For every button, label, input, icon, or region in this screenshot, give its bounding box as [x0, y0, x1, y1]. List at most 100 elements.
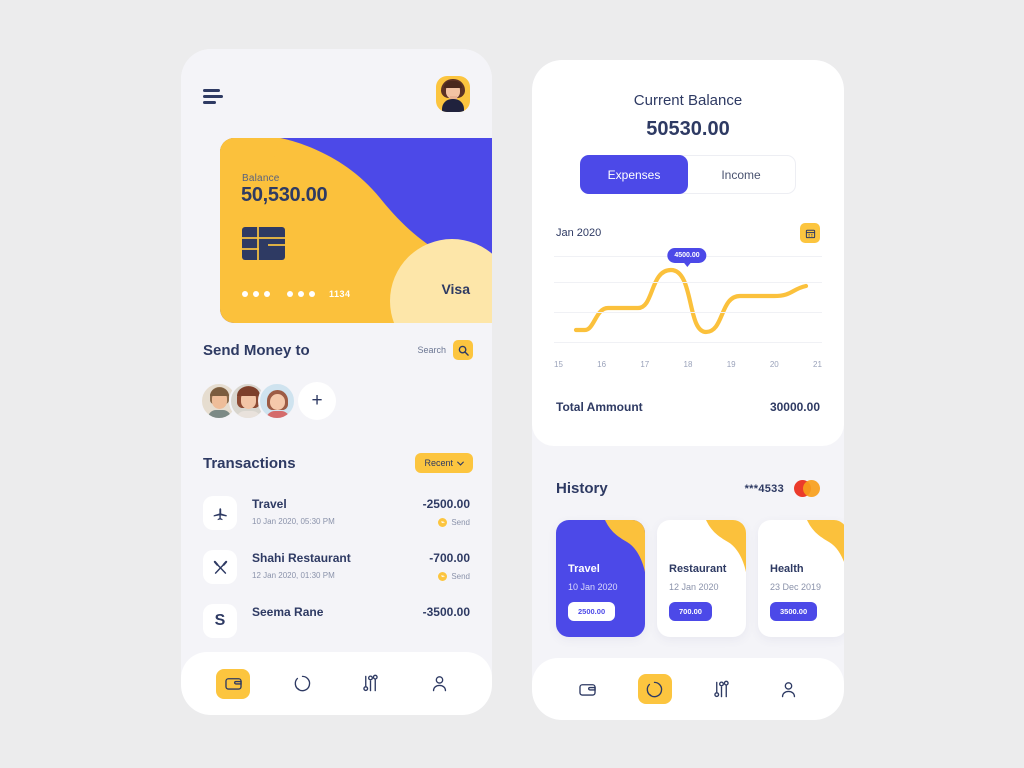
send-badge-icon: ⌁ [438, 572, 448, 581]
transaction-name: Seema Rane [252, 605, 324, 619]
x-tick: 18 [683, 360, 693, 369]
chart-tooltip: 4500.00 [667, 248, 707, 263]
tab-income[interactable]: Income [687, 156, 795, 193]
nav-item-stats[interactable] [285, 669, 319, 699]
balance-card[interactable]: Balance 50,530.00 1134 Visa [220, 138, 492, 323]
chart-ring-icon [646, 681, 663, 697]
transactions-header: Transactions Recent [203, 453, 473, 473]
list-item[interactable]: Health 23 Dec 2019 3500.00 [758, 520, 844, 637]
cutlery-icon [203, 550, 237, 584]
chart-line-path [573, 267, 809, 335]
transaction-amount: -700.00 [429, 551, 470, 565]
table-row[interactable]: S Seema Rane -3500.00 [200, 594, 473, 648]
nav-item-settings[interactable] [705, 674, 739, 704]
history-card-date: 12 Jan 2020 [669, 582, 719, 592]
expenses-income-toggle: Expenses Income [580, 155, 796, 194]
history-card-amount: 700.00 [669, 602, 712, 621]
transaction-name: Shahi Restaurant [252, 551, 351, 565]
history-card-name: Travel [568, 563, 600, 575]
history-card-date: 10 Jan 2020 [568, 582, 618, 592]
list-item[interactable]: Travel 10 Jan 2020 2500.00 [556, 520, 645, 637]
transaction-status: ⌁ Send [423, 518, 470, 527]
transaction-amount: -3500.00 [422, 605, 470, 619]
transaction-status: ⌁ Send [429, 572, 470, 581]
design-canvas: Balance 50,530.00 1134 Visa Send Money t… [0, 0, 1024, 768]
x-tick: 15 [554, 360, 563, 369]
mastercard-icon [794, 480, 820, 497]
filter-label: Recent [424, 458, 453, 468]
nav-item-wallet[interactable] [216, 668, 251, 699]
grid-line [554, 342, 822, 343]
search-group[interactable]: Search [417, 340, 473, 360]
airplane-icon [203, 496, 237, 530]
search-icon[interactable] [453, 340, 473, 360]
left-bottom-navigation [181, 652, 492, 715]
hamburger-icon[interactable] [203, 89, 223, 104]
wallet-icon [225, 678, 242, 690]
nav-item-profile[interactable] [772, 674, 806, 704]
card-number-row: 1134 [242, 289, 351, 299]
tab-expenses[interactable]: Expenses [580, 155, 688, 194]
history-card-list: Travel 10 Jan 2020 2500.00 Restaurant 12… [556, 520, 844, 637]
user-icon [781, 681, 796, 697]
chevron-down-icon [457, 461, 464, 466]
card-brand-label: Visa [441, 281, 470, 297]
left-header [181, 49, 492, 135]
user-icon [433, 676, 447, 692]
table-row[interactable]: Shahi Restaurant 12 Jan 2020, 01:30 PM -… [200, 540, 473, 594]
history-card-info[interactable]: ***4533 [745, 480, 820, 497]
nav-item-settings[interactable] [354, 669, 388, 699]
phone-left-screen: Balance 50,530.00 1134 Visa Send Money t… [181, 49, 492, 715]
x-tick: 16 [597, 360, 607, 369]
history-header: History ***4533 [556, 480, 820, 497]
month-selector-row: Jan 2020 [556, 223, 820, 243]
card-balance-label: Balance [242, 173, 280, 184]
transaction-info: Shahi Restaurant 12 Jan 2020, 01:30 PM [237, 550, 429, 580]
x-tick: 19 [726, 360, 736, 369]
history-card-date: 23 Dec 2019 [770, 582, 822, 592]
transaction-status-label: Send [451, 518, 470, 527]
expenses-line-chart: 4500.00 [554, 248, 822, 352]
x-tick: 20 [769, 360, 779, 369]
transaction-status-label: Send [451, 572, 470, 581]
history-card-amount: 2500.00 [568, 602, 616, 621]
transaction-amount-group: -3500.00 [423, 604, 470, 619]
transaction-info: Seema Rane [237, 604, 423, 619]
chart-ring-icon [294, 675, 310, 692]
sliders-icon [714, 680, 729, 697]
total-amount-label: Total Ammount [556, 400, 643, 414]
history-card-name: Restaurant [669, 563, 727, 575]
chart-x-axis: 15 16 17 18 19 20 21 [554, 360, 822, 369]
friends-avatar-list[interactable]: + [200, 382, 336, 420]
transaction-list: Travel 10 Jan 2020, 05:30 PM -2500.00 ⌁ … [200, 486, 473, 648]
current-balance-value: 50530.00 [646, 118, 730, 140]
x-tick: 21 [813, 360, 822, 369]
total-amount-value: 30000.00 [769, 400, 820, 414]
balance-panel: Current Balance 50530.00 Expenses Income… [532, 60, 844, 446]
nav-item-profile[interactable] [423, 669, 457, 699]
user-avatar[interactable] [436, 76, 470, 112]
history-title: History [556, 480, 608, 497]
table-row[interactable]: Travel 10 Jan 2020, 05:30 PM -2500.00 ⌁ … [200, 486, 473, 540]
calendar-icon[interactable] [800, 223, 820, 243]
contact-initial: S [214, 612, 226, 629]
nav-item-stats[interactable] [637, 674, 672, 704]
wallet-icon [579, 683, 596, 696]
transaction-date: 12 Jan 2020, 01:30 PM [252, 571, 335, 580]
history-card-amount: 3500.00 [770, 602, 818, 621]
nav-item-wallet[interactable] [571, 674, 605, 704]
transaction-date: 10 Jan 2020, 05:30 PM [252, 517, 335, 526]
transaction-amount: -2500.00 [422, 497, 470, 511]
transactions-title: Transactions [203, 454, 296, 472]
transaction-amount-group: -2500.00 ⌁ Send [423, 496, 470, 527]
transactions-filter-button[interactable]: Recent [415, 453, 473, 473]
add-friend-button[interactable]: + [298, 382, 336, 420]
send-money-title: Send Money to [203, 341, 310, 359]
friend-3-avatar[interactable] [258, 382, 296, 420]
send-money-header: Send Money to Search [203, 340, 473, 360]
list-item[interactable]: Restaurant 12 Jan 2020 700.00 [657, 520, 746, 637]
x-tick: 17 [640, 360, 650, 369]
transaction-amount-group: -700.00 ⌁ Send [429, 550, 470, 581]
grid-line [554, 282, 822, 283]
month-label: Jan 2020 [556, 227, 602, 239]
